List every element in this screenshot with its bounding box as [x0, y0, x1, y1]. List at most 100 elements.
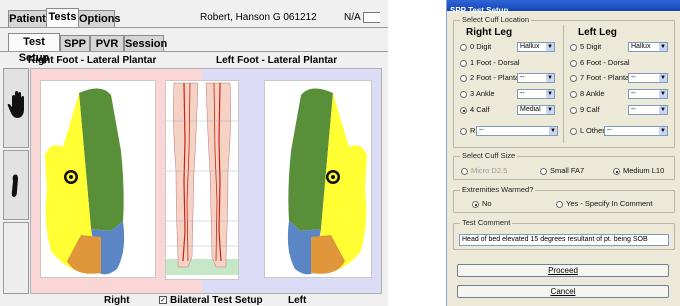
- left-option-3-select-value: --: [631, 90, 636, 97]
- cancel-label: Cancel: [550, 287, 576, 296]
- left-option-0-radio[interactable]: [570, 44, 577, 51]
- right-foot-title: Right Foot - Lateral Plantar: [28, 55, 157, 66]
- left-option-2-select[interactable]: -- ▼: [628, 73, 668, 83]
- left-option-3-radio[interactable]: [570, 91, 577, 98]
- cuff-size-0-label: Micro D2.5: [471, 166, 508, 175]
- right-option-0-radio[interactable]: [460, 44, 467, 51]
- dropdown-arrow-icon: ▼: [546, 106, 554, 114]
- left-foot-frame: [264, 80, 372, 278]
- tab-session[interactable]: Session: [124, 35, 167, 51]
- right-option-5-select-value: --: [479, 127, 484, 134]
- right-option-5-radio[interactable]: [460, 128, 467, 135]
- left-option-5-radio[interactable]: [570, 128, 577, 135]
- cancel-button[interactable]: Cancel: [457, 285, 669, 298]
- left-option-5-select[interactable]: -- ▼: [604, 126, 668, 136]
- left-option-4-select[interactable]: -- ▼: [628, 105, 668, 115]
- right-leg-header: Right Leg: [466, 27, 513, 38]
- status-indicator: [363, 12, 380, 23]
- tab-pvr[interactable]: PVR: [90, 35, 124, 51]
- dropdown-arrow-icon: ▼: [659, 43, 667, 51]
- legs-frame: [165, 80, 239, 280]
- dropdown-arrow-icon: ▼: [659, 90, 667, 98]
- left-foot-title: Left Foot - Lateral Plantar: [216, 55, 338, 66]
- patient-name: Robert, Hanson G 061212: [200, 12, 317, 23]
- right-option-2-label: 2 Foot - Plantar: [470, 73, 522, 82]
- left-option-2-label: 7 Foot - Plantar: [580, 73, 632, 82]
- comment-group: Test Comment Head of bed elevated 15 deg…: [453, 218, 675, 250]
- tab-patient[interactable]: Patient: [8, 10, 47, 27]
- right-option-1-radio[interactable]: [460, 60, 467, 67]
- cuff-location-group: Select Cuff Location Right Leg Left Leg …: [453, 15, 675, 148]
- hand-view-button[interactable]: [3, 68, 29, 148]
- dropdown-arrow-icon: ▼: [659, 127, 667, 135]
- right-label: Right: [104, 295, 130, 306]
- right-option-3-select-value: --: [520, 90, 525, 97]
- proceed-label: Proceed: [548, 266, 578, 275]
- cuff-size-1-radio[interactable]: [540, 168, 547, 175]
- dialog-title: SPP Test Setup: [450, 6, 509, 15]
- left-option-1-label: 6 Foot - Dorsal: [580, 58, 630, 67]
- warmed-0-label: No: [482, 199, 492, 208]
- right-option-4-select[interactable]: Medial ▼: [517, 105, 555, 115]
- left-foot-diagram[interactable]: [265, 81, 371, 277]
- cuff-size-label: Select Cuff Size: [460, 151, 518, 161]
- right-option-1-label: 1 Foot - Dorsal: [470, 58, 520, 67]
- tab-tests[interactable]: Tests: [46, 8, 79, 27]
- cuff-size-2-radio[interactable]: [613, 168, 620, 175]
- dialog-title-bar: SPP Test Setup: [447, 0, 680, 15]
- right-option-4-label: 4 Calf: [470, 105, 490, 114]
- legs-diagram[interactable]: [166, 81, 238, 279]
- cuff-location-label: Select Cuff Location: [460, 15, 531, 25]
- left-option-4-radio[interactable]: [570, 107, 577, 114]
- cuff-size-0-radio: [461, 168, 468, 175]
- warmed-1-radio[interactable]: [556, 201, 563, 208]
- status-text: N/A: [344, 12, 361, 23]
- warmed-0-radio[interactable]: [472, 201, 479, 208]
- cuff-size-group: Select Cuff Size Micro D2.5 Small FA7 Medi…: [453, 151, 675, 180]
- right-option-0-select[interactable]: Hallux ▼: [517, 42, 555, 52]
- left-option-0-select-value: Hallux: [631, 43, 651, 50]
- empty-view-button[interactable]: [3, 222, 29, 294]
- left-option-4-label: 9 Calf: [580, 105, 600, 114]
- left-option-3-select[interactable]: -- ▼: [628, 89, 668, 99]
- right-foot-diagram[interactable]: [41, 81, 155, 277]
- comment-label: Test Comment: [460, 218, 513, 228]
- main-app-panel: Patient Tests Options Robert, Hanson G 0…: [0, 0, 388, 306]
- leg-divider: [563, 25, 564, 143]
- left-leg-header: Left Leg: [578, 27, 617, 38]
- dropdown-arrow-icon: ▼: [659, 74, 667, 82]
- tab-spp[interactable]: SPP: [60, 35, 90, 51]
- left-option-2-radio[interactable]: [570, 75, 577, 82]
- right-foot-frame: [40, 80, 156, 278]
- proceed-button[interactable]: Proceed: [457, 264, 669, 277]
- right-option-3-select[interactable]: -- ▼: [517, 89, 555, 99]
- foot-view-button[interactable]: [3, 150, 29, 220]
- left-option-5-label: L Other: [580, 126, 605, 135]
- comment-input[interactable]: Head of bed elevated 15 degrees resultan…: [459, 234, 669, 246]
- warmed-1-label: Yes - Specify In Comment: [566, 199, 653, 208]
- right-option-2-select[interactable]: -- ▼: [517, 73, 555, 83]
- right-option-4-select-value: Medial: [520, 106, 541, 113]
- left-option-2-select-value: --: [631, 74, 636, 81]
- right-option-2-radio[interactable]: [460, 75, 467, 82]
- right-option-4-radio[interactable]: [460, 107, 467, 114]
- right-option-2-select-value: --: [520, 74, 525, 81]
- tab-options[interactable]: Options: [78, 10, 121, 27]
- bilateral-checkbox[interactable]: ✓: [159, 296, 167, 304]
- dropdown-arrow-icon: ▼: [546, 90, 554, 98]
- hand-icon: [7, 91, 24, 118]
- right-option-0-label: 0 Digit: [470, 42, 492, 51]
- subtab-divider: [0, 51, 388, 52]
- left-option-0-select[interactable]: Hallux ▼: [628, 42, 668, 52]
- right-option-5-select[interactable]: -- ▼: [476, 126, 558, 136]
- foot-icon: [11, 174, 18, 197]
- tab-test-setup[interactable]: Test Setup: [8, 33, 60, 64]
- tab-divider: [0, 27, 388, 28]
- left-option-3-label: 8 Ankle: [580, 89, 605, 98]
- left-option-1-radio[interactable]: [570, 60, 577, 67]
- dropdown-arrow-icon: ▼: [659, 106, 667, 114]
- dropdown-arrow-icon: ▼: [546, 74, 554, 82]
- warmed-label: Extremities Warmed?: [460, 185, 536, 195]
- right-option-3-radio[interactable]: [460, 91, 467, 98]
- spp-test-setup-dialog: SPP Test Setup Select Cuff Location Righ…: [446, 0, 680, 306]
